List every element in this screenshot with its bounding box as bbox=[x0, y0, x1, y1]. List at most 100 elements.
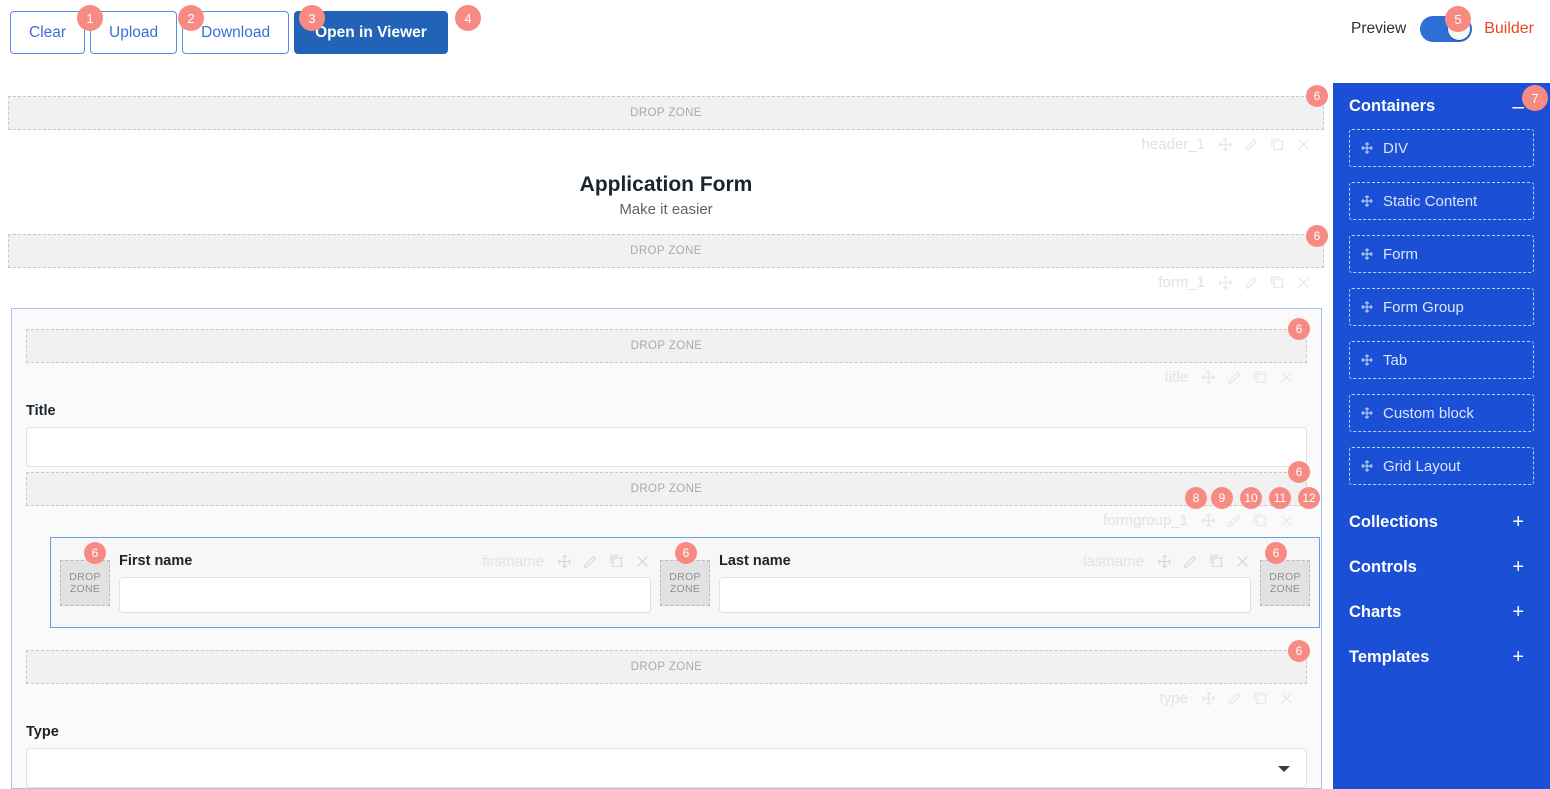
sidebar-section-controls[interactable]: Controls + bbox=[1349, 545, 1534, 590]
control-name-type: type bbox=[1159, 689, 1188, 707]
sidebar-section-title-collections: Collections bbox=[1349, 513, 1438, 531]
duplicate-icon[interactable] bbox=[1252, 690, 1269, 707]
drop-zone-lastname-right[interactable]: DROP ZONE bbox=[1260, 559, 1310, 606]
field-label-lastname: Last name bbox=[719, 553, 791, 569]
sidebar-item-tab[interactable]: Tab bbox=[1349, 341, 1534, 379]
lastname-input[interactable] bbox=[719, 577, 1251, 613]
toolbar-button-group: Clear Upload Download Open in Viewer bbox=[10, 11, 453, 54]
drop-zone-form-top[interactable]: DROP ZONE bbox=[8, 234, 1324, 268]
expand-icon-controls[interactable]: + bbox=[1512, 556, 1534, 579]
upload-button[interactable]: Upload bbox=[90, 11, 178, 54]
edit-icon[interactable] bbox=[1182, 553, 1199, 570]
duplicate-icon[interactable] bbox=[1269, 274, 1286, 291]
type-select[interactable] bbox=[26, 748, 1307, 788]
close-icon[interactable] bbox=[1234, 553, 1251, 570]
move-icon[interactable] bbox=[556, 553, 573, 570]
sidebar-item-form-group[interactable]: Form Group bbox=[1349, 288, 1534, 326]
form-control-row: form_1 bbox=[8, 268, 1324, 296]
expand-icon-charts[interactable]: + bbox=[1512, 601, 1534, 624]
clear-button-label: Clear bbox=[29, 23, 67, 41]
page-title: Application Form bbox=[579, 173, 753, 196]
drop-zone-label-line1: DROP bbox=[669, 570, 701, 583]
close-icon[interactable] bbox=[1278, 369, 1295, 386]
move-icon bbox=[1360, 353, 1374, 367]
drop-zone-header-top[interactable]: DROP ZONE bbox=[8, 96, 1324, 130]
drop-zone-label-line1: DROP bbox=[1269, 570, 1301, 583]
move-icon bbox=[1360, 406, 1374, 420]
move-icon[interactable] bbox=[1156, 553, 1173, 570]
duplicate-icon[interactable] bbox=[1208, 553, 1225, 570]
sidebar-item-div[interactable]: DIV bbox=[1349, 129, 1534, 167]
preview-builder-toggle-group: Preview Builder bbox=[1351, 16, 1534, 42]
field-type: Type bbox=[12, 710, 1321, 788]
edit-icon[interactable] bbox=[582, 553, 599, 570]
form-heading-block: Application Form Make it easier bbox=[8, 173, 1324, 218]
drop-zone-firstname-left[interactable]: DROP ZONE bbox=[60, 559, 110, 606]
drop-zone-between-names[interactable]: DROP ZONE bbox=[660, 559, 710, 606]
control-name-header: header_1 bbox=[1141, 135, 1205, 153]
edit-icon[interactable] bbox=[1226, 512, 1243, 529]
app-root: Clear Upload Download Open in Viewer 1 2… bbox=[0, 0, 1550, 789]
move-icon bbox=[1360, 194, 1374, 208]
clear-button[interactable]: Clear bbox=[10, 11, 86, 54]
drop-zone-label-line2: ZONE bbox=[69, 582, 101, 595]
firstname-input[interactable] bbox=[119, 577, 651, 613]
edit-icon[interactable] bbox=[1226, 690, 1243, 707]
drop-zone-formgroup[interactable]: DROP ZONE bbox=[26, 472, 1307, 506]
sidebar-section-templates[interactable]: Templates + bbox=[1349, 635, 1534, 680]
drop-zone-type[interactable]: DROP ZONE bbox=[26, 650, 1307, 684]
sidebar-item-form[interactable]: Form bbox=[1349, 235, 1534, 273]
move-icon bbox=[1360, 300, 1374, 314]
open-in-viewer-button-label: Open in Viewer bbox=[315, 23, 427, 41]
expand-icon-collections[interactable]: + bbox=[1512, 511, 1534, 534]
close-icon[interactable] bbox=[1278, 690, 1295, 707]
move-icon[interactable] bbox=[1200, 690, 1217, 707]
toggle-knob bbox=[1448, 18, 1471, 40]
edit-icon[interactable] bbox=[1243, 274, 1260, 291]
duplicate-icon[interactable] bbox=[1252, 512, 1269, 529]
collapse-icon-containers[interactable]: – bbox=[1512, 96, 1534, 117]
move-icon bbox=[1360, 459, 1374, 473]
move-icon[interactable] bbox=[1217, 274, 1234, 291]
sidebar-item-label: Tab bbox=[1383, 351, 1408, 369]
edit-icon[interactable] bbox=[1243, 136, 1260, 153]
sidebar-section-containers[interactable]: Containers – bbox=[1349, 83, 1534, 129]
sidebar-section-collections[interactable]: Collections + bbox=[1349, 500, 1534, 545]
sidebar-item-custom-block[interactable]: Custom block bbox=[1349, 394, 1534, 432]
expand-icon-templates[interactable]: + bbox=[1512, 646, 1534, 669]
drop-zone-label: DROP ZONE bbox=[630, 483, 703, 495]
move-icon[interactable] bbox=[1200, 512, 1217, 529]
move-icon[interactable] bbox=[1217, 136, 1234, 153]
annotation-badge-4: 4 bbox=[455, 5, 481, 31]
field-label-title: Title bbox=[26, 403, 56, 419]
title-control-row: title bbox=[26, 363, 1307, 391]
preview-builder-toggle[interactable] bbox=[1420, 16, 1473, 42]
edit-icon[interactable] bbox=[1226, 369, 1243, 386]
drop-zone-title[interactable]: DROP ZONE bbox=[26, 329, 1307, 363]
drop-zone-label-line1: DROP bbox=[69, 570, 101, 583]
drop-zone-label: DROP ZONE bbox=[630, 340, 703, 352]
move-icon[interactable] bbox=[1200, 369, 1217, 386]
download-button[interactable]: Download bbox=[182, 11, 290, 54]
sidebar-item-grid-layout[interactable]: Grid Layout bbox=[1349, 447, 1534, 485]
lastname-control-row: lastname bbox=[1083, 553, 1251, 570]
sidebar-item-label: Custom block bbox=[1383, 404, 1474, 422]
header-control-row: header_1 bbox=[8, 130, 1324, 158]
close-icon[interactable] bbox=[1278, 512, 1295, 529]
form-group-row: DROP ZONE First name firstname DROP ZONE… bbox=[50, 537, 1320, 628]
field-label-type: Type bbox=[26, 724, 59, 740]
duplicate-icon[interactable] bbox=[1269, 136, 1286, 153]
close-icon[interactable] bbox=[1295, 136, 1312, 153]
sidebar-section-charts[interactable]: Charts + bbox=[1349, 590, 1534, 635]
duplicate-icon[interactable] bbox=[608, 553, 625, 570]
sidebar-item-static-content[interactable]: Static Content bbox=[1349, 182, 1534, 220]
duplicate-icon[interactable] bbox=[1252, 369, 1269, 386]
type-control-row: type bbox=[26, 684, 1307, 712]
open-in-viewer-button[interactable]: Open in Viewer bbox=[294, 11, 448, 54]
title-input[interactable] bbox=[26, 427, 1307, 467]
chevron-down-icon bbox=[1278, 766, 1290, 772]
field-lastname: Last name lastname bbox=[719, 550, 1251, 615]
close-icon[interactable] bbox=[1295, 274, 1312, 291]
close-icon[interactable] bbox=[634, 553, 651, 570]
control-name-firstname: firstname bbox=[482, 552, 544, 570]
